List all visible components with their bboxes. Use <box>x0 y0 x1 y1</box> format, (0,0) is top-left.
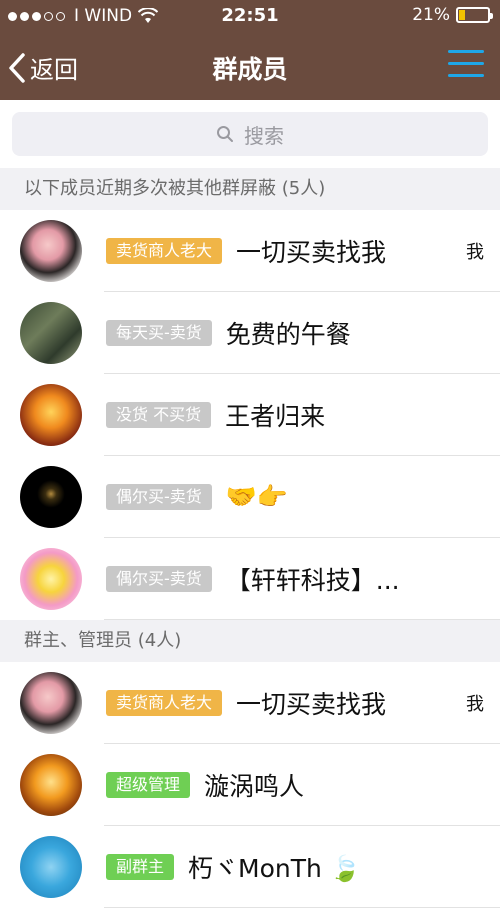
battery-area: 21% <box>412 5 493 25</box>
member-name: 一切买卖找我 <box>236 238 387 267</box>
avatar <box>20 836 82 898</box>
member-row[interactable]: 副群主 朽ヾMonTh 🍃 <box>0 826 500 908</box>
me-label: 我 <box>466 242 484 263</box>
search-container: 搜索 <box>0 100 500 168</box>
member-row[interactable]: 卖货商人老大 一切买卖找我 我 <box>0 210 500 292</box>
member-name: 免费的午餐 <box>225 320 351 349</box>
avatar <box>20 754 82 816</box>
menu-button[interactable] <box>448 50 484 80</box>
member-tag: 卖货商人老大 <box>106 238 223 264</box>
avatar <box>20 220 82 282</box>
section-header-admins: 群主、管理员 (4人) <box>0 620 500 662</box>
avatar <box>20 384 82 446</box>
avatar <box>20 466 82 528</box>
member-name: 【轩轩科技】... <box>225 566 400 595</box>
menu-line <box>448 74 484 77</box>
member-name: 朽ヾMonTh 🍃 <box>188 854 361 883</box>
page-title: 群成员 <box>212 55 288 84</box>
search-icon <box>217 126 233 142</box>
member-tag: 超级管理 <box>106 772 191 798</box>
me-label: 我 <box>466 694 484 715</box>
member-tag: 没货 不买货 <box>106 402 212 428</box>
member-row[interactable]: 卖货商人老大 一切买卖找我 我 <box>0 662 500 744</box>
battery-icon <box>456 7 493 23</box>
member-name: 一切买卖找我 <box>236 690 387 719</box>
battery-percent: 21% <box>412 5 450 25</box>
menu-line <box>448 62 484 65</box>
member-row[interactable]: 偶尔买-卖货 【轩轩科技】... <box>0 538 500 620</box>
avatar <box>20 672 82 734</box>
member-tag: 每天买-卖货 <box>106 320 212 346</box>
avatar <box>20 302 82 364</box>
avatar <box>20 548 82 610</box>
search-input[interactable]: 搜索 <box>12 112 488 156</box>
member-row[interactable]: 超级管理 漩涡鸣人 <box>0 744 500 826</box>
member-row[interactable]: 没货 不买货 王者归来 <box>0 374 500 456</box>
member-row[interactable]: 每天买-卖货 免费的午餐 <box>0 292 500 374</box>
status-bar: I WIND 22:51 21% <box>0 0 500 32</box>
member-tag: 副群主 <box>106 854 175 880</box>
member-tag: 卖货商人老大 <box>106 690 223 716</box>
member-tag: 偶尔买-卖货 <box>106 484 212 510</box>
nav-bar: 返回 群成员 <box>0 32 500 100</box>
menu-line <box>448 50 484 53</box>
member-name: 🤝👉 <box>225 482 289 511</box>
member-name: 王者归来 <box>225 402 326 431</box>
member-name: 漩涡鸣人 <box>204 772 305 801</box>
member-row[interactable]: 偶尔买-卖货 🤝👉 <box>0 456 500 538</box>
search-placeholder: 搜索 <box>244 123 284 148</box>
section-header-blocked: 以下成员近期多次被其他群屏蔽 (5人) <box>0 168 500 210</box>
member-tag: 偶尔买-卖货 <box>106 566 212 592</box>
